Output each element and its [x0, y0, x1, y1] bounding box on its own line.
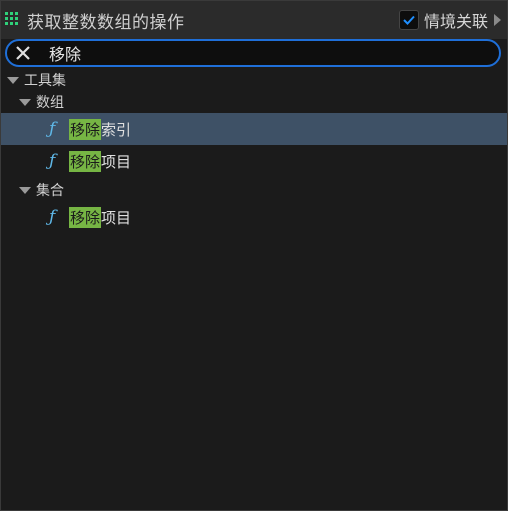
action-item-set-remove-item[interactable]: ƒ 移除 项目 [1, 201, 507, 233]
grid-icon [5, 12, 21, 28]
category-label: 集合 [36, 183, 64, 199]
category-label: 工具集 [24, 73, 66, 89]
category-set[interactable]: 集合 [1, 179, 507, 201]
context-sensitive-checkbox[interactable] [398, 10, 419, 30]
context-sensitive-label: 情境关联 [423, 12, 488, 31]
action-label: 索引 [101, 120, 132, 139]
action-label: 项目 [101, 208, 132, 227]
header: 获取整数数组的操作 情境关联 [1, 1, 507, 39]
function-icon: ƒ [49, 207, 56, 227]
category-label: 数组 [36, 95, 64, 111]
collapse-triangle-icon[interactable] [19, 98, 31, 106]
action-tree: 工具集 数组 ƒ 移除 索引 ƒ 移除 项目 集合 ƒ 移除 项目 [1, 67, 507, 233]
function-icon: ƒ [49, 119, 56, 139]
context-sensitive-toggle[interactable]: 情境关联 [398, 8, 501, 32]
category-tools[interactable]: 工具集 [1, 69, 507, 91]
clear-search-icon[interactable] [15, 45, 31, 61]
panel-title: 获取整数数组的操作 [27, 12, 185, 33]
action-item-remove-item[interactable]: ƒ 移除 项目 [1, 145, 507, 177]
category-array[interactable]: 数组 [1, 91, 507, 113]
action-menu-panel: 获取整数数组的操作 情境关联 工具集 [0, 0, 508, 511]
match-highlight: 移除 [69, 206, 102, 228]
expand-arrow-icon[interactable] [494, 14, 501, 26]
action-label: 项目 [101, 152, 132, 171]
collapse-triangle-icon[interactable] [7, 76, 19, 84]
collapse-triangle-icon[interactable] [19, 186, 31, 194]
match-highlight: 移除 [69, 118, 102, 140]
search-box [5, 39, 501, 67]
function-icon: ƒ [49, 151, 56, 171]
action-item-remove-index[interactable]: ƒ 移除 索引 [1, 113, 507, 145]
search-input[interactable] [49, 43, 489, 63]
check-icon [403, 15, 415, 25]
match-highlight: 移除 [69, 150, 102, 172]
